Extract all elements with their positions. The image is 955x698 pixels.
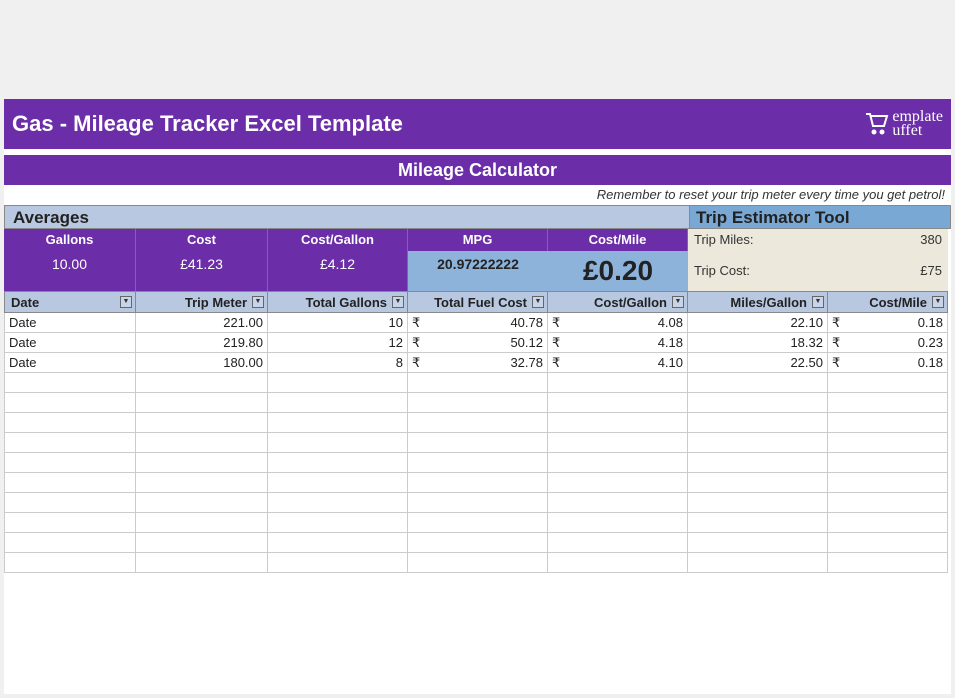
filter-icon[interactable]: ▼ xyxy=(672,296,684,308)
cell-date[interactable]: Date xyxy=(4,353,136,373)
averages-value-row: 10.00 £41.23 £4.12 20.97222222 £0.20 Tri… xyxy=(4,251,951,291)
avg-value-cost-gallon: £4.12 xyxy=(268,251,408,291)
table-row-empty[interactable] xyxy=(4,453,951,473)
filter-icon[interactable]: ▼ xyxy=(120,296,132,308)
filter-icon[interactable]: ▼ xyxy=(392,296,404,308)
cell-total-gallons[interactable]: 8 xyxy=(268,353,408,373)
col-trip-meter[interactable]: Trip Meter ▼ xyxy=(136,291,268,313)
averages-header: Averages xyxy=(4,205,690,229)
cell-total-fuel-cost[interactable]: ₹50.12 xyxy=(408,333,548,353)
filter-icon[interactable]: ▼ xyxy=(532,296,544,308)
table-row-empty[interactable] xyxy=(4,493,951,513)
trip-miles-value[interactable]: 380 xyxy=(828,229,948,251)
cart-icon xyxy=(862,108,890,140)
averages-label-row: Gallons Cost Cost/Gallon MPG Cost/Mile T… xyxy=(4,229,951,251)
cell-total-gallons[interactable]: 12 xyxy=(268,333,408,353)
filter-icon[interactable]: ▼ xyxy=(932,296,944,308)
table-row[interactable]: Date221.0010₹40.78₹4.0822.10₹0.18 xyxy=(4,313,951,333)
logo-text-2: uffet xyxy=(892,124,943,138)
table-row-empty[interactable] xyxy=(4,433,951,453)
cell-total-fuel-cost[interactable]: ₹40.78 xyxy=(408,313,548,333)
cell-total-fuel-cost[interactable]: ₹32.78 xyxy=(408,353,548,373)
cell-cost-gallon[interactable]: ₹4.10 xyxy=(548,353,688,373)
cell-trip-meter[interactable]: 219.80 xyxy=(136,333,268,353)
cell-date[interactable]: Date xyxy=(4,313,136,333)
col-cost-mile[interactable]: Cost/Mile ▼ xyxy=(828,291,948,313)
cell-trip-meter[interactable]: 180.00 xyxy=(136,353,268,373)
trip-cost-label: Trip Cost: xyxy=(688,251,828,291)
filter-icon[interactable]: ▼ xyxy=(812,296,824,308)
table-row-empty[interactable] xyxy=(4,393,951,413)
data-rows: Date221.0010₹40.78₹4.0822.10₹0.18Date219… xyxy=(4,313,951,573)
table-row[interactable]: Date219.8012₹50.12₹4.1818.32₹0.23 xyxy=(4,333,951,353)
table-row[interactable]: Date180.008₹32.78₹4.1022.50₹0.18 xyxy=(4,353,951,373)
table-row-empty[interactable] xyxy=(4,553,951,573)
title-bar: Gas - Mileage Tracker Excel Template emp… xyxy=(4,99,951,149)
avg-label-mpg: MPG xyxy=(408,229,548,251)
table-row-empty[interactable] xyxy=(4,373,951,393)
cell-miles-gallon[interactable]: 22.10 xyxy=(688,313,828,333)
spreadsheet-container: Gas - Mileage Tracker Excel Template emp… xyxy=(4,99,951,694)
trip-cost-value: £75 xyxy=(828,251,948,291)
filter-icon[interactable]: ▼ xyxy=(252,296,264,308)
avg-value-gallons: 10.00 xyxy=(4,251,136,291)
cell-cost-gallon[interactable]: ₹4.18 xyxy=(548,333,688,353)
table-row-empty[interactable] xyxy=(4,473,951,493)
reminder-text: Remember to reset your trip meter every … xyxy=(4,185,951,205)
avg-value-cost-mile: £0.20 xyxy=(548,251,688,291)
avg-value-cost: £41.23 xyxy=(136,251,268,291)
col-total-fuel-cost[interactable]: Total Fuel Cost ▼ xyxy=(408,291,548,313)
cell-date[interactable]: Date xyxy=(4,333,136,353)
cell-cost-mile[interactable]: ₹0.23 xyxy=(828,333,948,353)
col-date[interactable]: Date ▼ xyxy=(4,291,136,313)
table-header-row: Date ▼ Trip Meter ▼ Total Gallons ▼ Tota… xyxy=(4,291,951,313)
avg-value-mpg: 20.97222222 xyxy=(408,251,548,291)
page-title: Gas - Mileage Tracker Excel Template xyxy=(12,111,403,137)
cell-cost-mile[interactable]: ₹0.18 xyxy=(828,353,948,373)
avg-label-cost: Cost xyxy=(136,229,268,251)
trip-miles-label: Trip Miles: xyxy=(688,229,828,251)
col-total-gallons[interactable]: Total Gallons ▼ xyxy=(268,291,408,313)
cell-trip-meter[interactable]: 221.00 xyxy=(136,313,268,333)
cell-miles-gallon[interactable]: 22.50 xyxy=(688,353,828,373)
cell-miles-gallon[interactable]: 18.32 xyxy=(688,333,828,353)
avg-label-cost-mile: Cost/Mile xyxy=(548,229,688,251)
calculator-header: Mileage Calculator xyxy=(4,155,951,185)
trip-estimator-header: Trip Estimator Tool xyxy=(690,205,951,229)
table-row-empty[interactable] xyxy=(4,513,951,533)
col-miles-gallon[interactable]: Miles/Gallon ▼ xyxy=(688,291,828,313)
logo: emplate uffet xyxy=(862,108,943,140)
section-headers: Averages Trip Estimator Tool xyxy=(4,205,951,229)
cell-cost-mile[interactable]: ₹0.18 xyxy=(828,313,948,333)
table-row-empty[interactable] xyxy=(4,413,951,433)
col-cost-gallon[interactable]: Cost/Gallon ▼ xyxy=(548,291,688,313)
avg-label-gallons: Gallons xyxy=(4,229,136,251)
avg-label-cost-gallon: Cost/Gallon xyxy=(268,229,408,251)
cell-cost-gallon[interactable]: ₹4.08 xyxy=(548,313,688,333)
cell-total-gallons[interactable]: 10 xyxy=(268,313,408,333)
table-row-empty[interactable] xyxy=(4,533,951,553)
